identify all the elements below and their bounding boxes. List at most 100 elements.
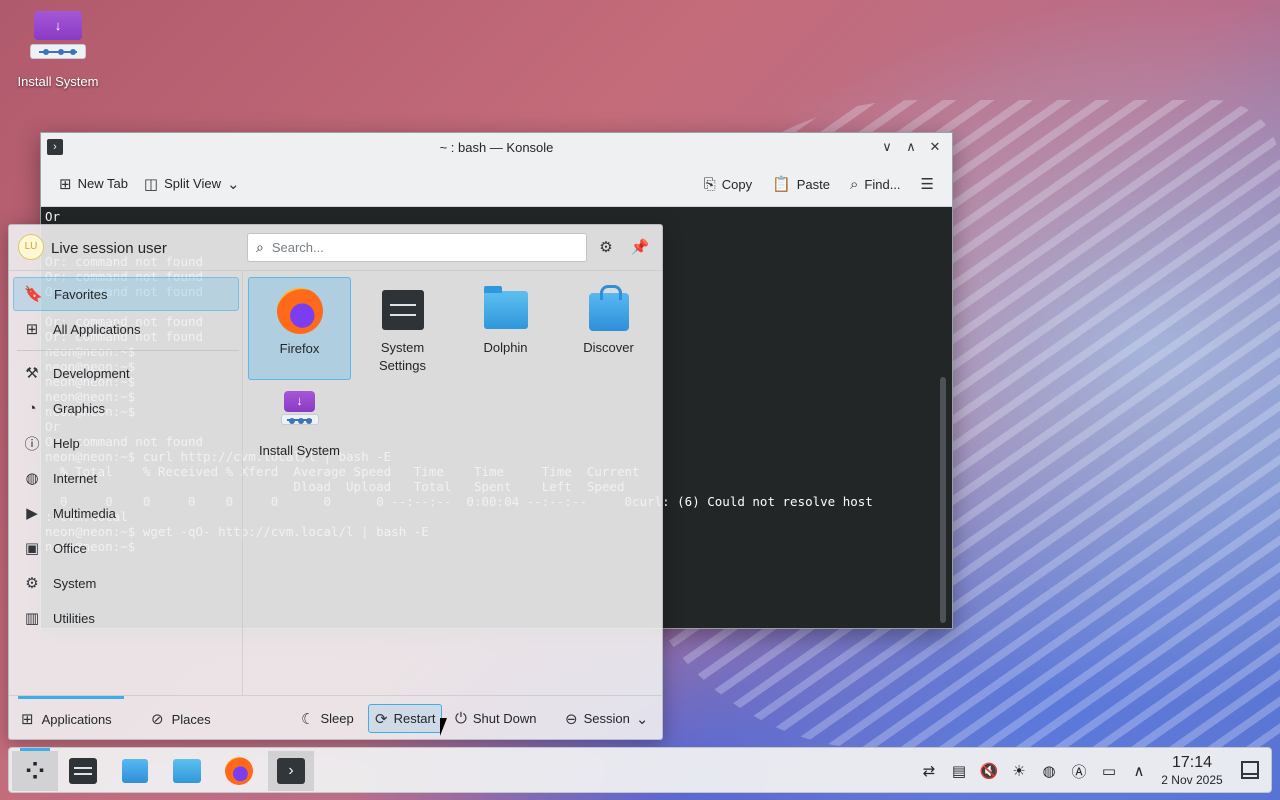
task-discover[interactable] — [112, 751, 158, 791]
desktop-icon-install-system[interactable]: ↓ Install System — [10, 10, 106, 100]
dolphin-icon — [173, 759, 201, 783]
category-label: Internet — [53, 470, 98, 486]
category-multimedia[interactable]: ▶ Multimedia — [13, 496, 239, 530]
tab-places[interactable]: ⊘ Places — [151, 696, 211, 739]
system-settings-icon — [69, 758, 97, 784]
konsole-icon: › — [277, 758, 305, 784]
user-name: Live session user — [51, 240, 167, 257]
brightness-icon[interactable]: ☀ — [1004, 762, 1034, 780]
search-field[interactable]: ⌕ — [247, 233, 587, 262]
maximize-button[interactable]: ∧ — [902, 137, 920, 157]
minimize-button[interactable]: ∨ — [878, 137, 896, 157]
app-discover[interactable]: Discover — [557, 277, 660, 380]
new-tab-button[interactable]: ⊞ New Tab — [51, 171, 136, 197]
kde-connect-icon[interactable]: ⇄ — [914, 762, 944, 780]
power-icon: ⏻ — [455, 710, 467, 727]
keyboard-layout-icon[interactable]: Ⓐ — [1064, 761, 1094, 782]
avatar[interactable]: LU — [18, 234, 44, 260]
session-icon: ⊖ — [565, 710, 578, 728]
search-icon: ⌕ — [256, 239, 264, 255]
grid-icon: ⊞ — [21, 711, 34, 728]
info-icon: ⓘ — [24, 435, 40, 453]
category-development[interactable]: ⚒ Development — [13, 356, 239, 390]
category-graphics[interactable]: ◔ Graphics — [13, 391, 239, 425]
category-favorites[interactable]: 🔖 Favorites — [13, 277, 239, 311]
digital-clock[interactable]: 17:14 2 Nov 2025 — [1155, 754, 1229, 788]
compass-icon: ⊘ — [151, 711, 164, 728]
terminal-line: Or — [45, 209, 61, 224]
app-system-settings[interactable]: System Settings — [351, 277, 454, 380]
app-label: Install System — [259, 443, 340, 458]
app-install-system[interactable]: ↓ Install System — [248, 380, 351, 483]
app-firefox[interactable]: Firefox — [248, 277, 351, 380]
discover-icon — [122, 759, 148, 783]
copy-icon: ⎘ — [703, 175, 716, 193]
find-button[interactable]: ⌕ Find... — [842, 172, 909, 197]
category-label: Graphics — [53, 400, 106, 416]
system-tray: ⇄ ▤ 🔇 ☀ ◍ Ⓐ ▭ ∧ — [914, 748, 1154, 794]
close-button[interactable]: ✕ — [926, 137, 944, 157]
category-separator — [17, 350, 239, 351]
terminal-scrollbar[interactable] — [940, 377, 946, 623]
app-dolphin[interactable]: Dolphin — [454, 277, 557, 380]
new-tab-label: New Tab — [77, 176, 128, 191]
category-label: All Applications — [53, 321, 141, 337]
application-launcher-button[interactable]: ⁘ — [12, 748, 58, 791]
toolbox-icon: ▥ — [24, 610, 40, 627]
session-label: Session — [583, 711, 630, 726]
sliders-icon: ⚙ — [599, 239, 613, 256]
split-view-label: Split View — [164, 176, 221, 191]
paste-icon: 📋 — [772, 176, 791, 193]
firefox-icon — [225, 757, 253, 785]
tab-applications[interactable]: ⊞ Applications — [18, 696, 124, 739]
volume-muted-icon[interactable]: 🔇 — [974, 762, 1004, 780]
category-system[interactable]: ⚙ System — [13, 566, 239, 600]
restart-button[interactable]: ⟳ Restart — [368, 704, 443, 733]
application-launcher: LU Live session user ⌕ ⚙ 📌 🔖 Favorites ⊞ Al… — [8, 224, 663, 740]
restart-icon: ⟳ — [375, 710, 388, 728]
sleep-label: Sleep — [320, 711, 354, 726]
sleep-button[interactable]: ☾ Sleep — [295, 704, 360, 733]
category-utilities[interactable]: ▥ Utilities — [13, 601, 239, 635]
shutdown-label: Shut Down — [472, 711, 537, 726]
session-button[interactable]: ⊖ Session ⌄ — [559, 704, 654, 733]
search-input[interactable] — [271, 240, 562, 255]
install-system-icon: ↓ — [280, 390, 319, 430]
multimedia-icon: ▶ — [26, 505, 38, 522]
taskbar: ⁘ › ⇄ ▤ 🔇 ☀ ◍ Ⓐ ▭ ∧ 17:14 2 Nov 2025 — [8, 747, 1272, 793]
mouse-pointer-icon — [440, 718, 447, 736]
gear-icon: ⚙ — [25, 575, 39, 592]
task-firefox[interactable] — [216, 751, 262, 791]
task-konsole[interactable]: › — [268, 751, 314, 791]
show-desktop-icon[interactable] — [1241, 761, 1259, 779]
office-icon: ▣ — [24, 540, 40, 557]
application-launcher-icon: ⁘ — [24, 757, 46, 785]
display-icon[interactable]: ▭ — [1094, 762, 1124, 780]
configure-button[interactable]: ⚙ — [595, 237, 617, 259]
split-view-icon: ◫ — [143, 175, 159, 193]
chevron-up-icon[interactable]: ∧ — [1124, 762, 1154, 780]
category-label: Office — [53, 540, 87, 556]
category-all-applications[interactable]: ⊞ All Applications — [13, 312, 239, 346]
window-title: ~ : bash — Konsole — [439, 139, 554, 155]
paste-button[interactable]: 📋 Paste — [764, 171, 838, 197]
category-internet[interactable]: ◍ Internet — [13, 461, 239, 495]
find-label: Find... — [864, 176, 901, 192]
window-titlebar[interactable]: › ~ : bash — Konsole ∨ ∧ ✕ — [41, 133, 952, 161]
pin-button[interactable]: 📌 — [629, 237, 651, 259]
split-view-button[interactable]: ◫ Split View ⌄ — [136, 171, 248, 197]
copy-button[interactable]: ⎘ Copy — [696, 172, 760, 197]
task-dolphin[interactable] — [164, 751, 210, 791]
palette-icon: ◔ — [27, 399, 37, 417]
globe-icon: ◍ — [25, 470, 39, 487]
network-icon[interactable]: ◍ — [1034, 762, 1064, 780]
hamburger-menu-button[interactable]: ☰ — [913, 171, 942, 197]
task-system-settings[interactable] — [60, 751, 106, 791]
shutdown-button[interactable]: ⏻ Shut Down — [449, 704, 542, 733]
hammer-icon: ⚒ — [25, 365, 39, 382]
desktop-icon-label: Install System — [17, 74, 99, 89]
category-help[interactable]: ⓘ Help — [13, 426, 239, 460]
category-office[interactable]: ▣ Office — [13, 531, 239, 565]
launcher-header: LU Live session user ⌕ ⚙ 📌 — [9, 225, 662, 271]
clipboard-icon[interactable]: ▤ — [944, 762, 974, 780]
